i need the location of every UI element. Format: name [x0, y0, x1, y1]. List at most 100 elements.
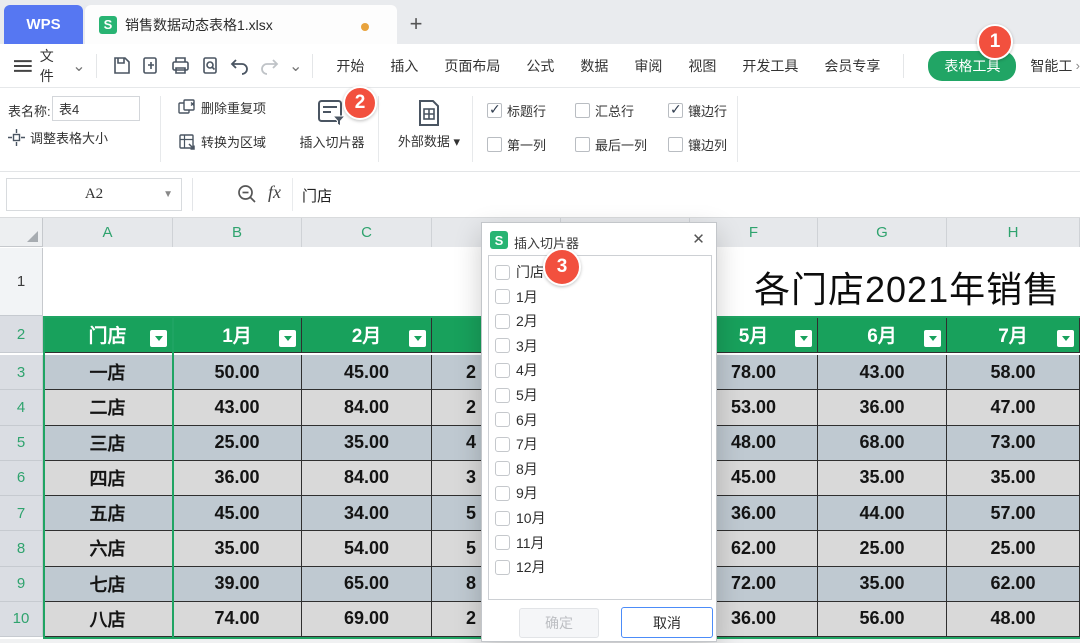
3月-checkbox[interactable]	[495, 338, 510, 353]
cell-r6-cG[interactable]: 35.00	[818, 461, 947, 496]
formula-content[interactable]: 门店	[302, 185, 332, 206]
column-header-G[interactable]: G	[818, 218, 947, 247]
name-box-caret-icon[interactable]: ▼	[163, 189, 173, 200]
slicer-field-5月[interactable]: 5月	[495, 385, 538, 405]
cell-r5-cA[interactable]: 三店	[43, 426, 173, 461]
row-header-1[interactable]: 1	[0, 248, 43, 316]
1月-checkbox[interactable]	[495, 289, 510, 304]
cell-r8-cB[interactable]: 35.00	[173, 531, 302, 566]
cell-r7-cH[interactable]: 57.00	[947, 496, 1080, 531]
cell-r9-cH[interactable]: 62.00	[947, 567, 1080, 602]
slicer-field-6月[interactable]: 6月	[495, 410, 538, 430]
menu-开发工具[interactable]: 开发工具	[742, 56, 798, 76]
5月-checkbox[interactable]	[495, 388, 510, 403]
cell-r7-cG[interactable]: 44.00	[818, 496, 947, 531]
row-header-2[interactable]: 2	[0, 316, 43, 353]
dialog-cancel-button[interactable]: 取消	[621, 607, 713, 638]
cell-r6-cC[interactable]: 84.00	[302, 461, 432, 496]
redo-button[interactable]	[256, 53, 282, 79]
11月-checkbox[interactable]	[495, 535, 510, 550]
cell-r7-cB[interactable]: 45.00	[173, 496, 302, 531]
toolbar-more-caret-icon[interactable]: ⌄	[289, 56, 302, 76]
row-header-6[interactable]: 6	[0, 461, 43, 496]
column-header-A[interactable]: A	[43, 218, 173, 247]
table-header-6月[interactable]: 6月	[818, 316, 947, 353]
cell-r3-cH[interactable]: 58.00	[947, 355, 1080, 390]
cell-r4-cA[interactable]: 二店	[43, 390, 173, 425]
cell-r8-cA[interactable]: 六店	[43, 531, 173, 566]
cell-r5-cG[interactable]: 68.00	[818, 426, 947, 461]
slicer-field-7月[interactable]: 7月	[495, 434, 538, 454]
menu-overflow-chevron-icon[interactable]: ›	[1076, 58, 1080, 73]
filter-dropdown-icon[interactable]	[150, 330, 167, 347]
tab-smart-toolbox[interactable]: 智能工	[1030, 56, 1071, 76]
slicer-field-4月[interactable]: 4月	[495, 360, 538, 380]
8月-checkbox[interactable]	[495, 461, 510, 476]
filter-dropdown-icon[interactable]	[924, 330, 941, 347]
cell-r5-cC[interactable]: 35.00	[302, 426, 432, 461]
cell-r3-cB[interactable]: 50.00	[173, 355, 302, 390]
name-box[interactable]: A2 ▼	[6, 178, 182, 211]
menu-公式[interactable]: 公式	[526, 56, 554, 76]
row-header-9[interactable]: 9	[0, 567, 43, 602]
menu-视图[interactable]: 视图	[688, 56, 716, 76]
print-button[interactable]	[168, 53, 194, 79]
门店-checkbox[interactable]	[495, 265, 510, 280]
cell-r9-cB[interactable]: 39.00	[173, 567, 302, 602]
menu-会员专享[interactable]: 会员专享	[824, 56, 880, 76]
cell-r3-cA[interactable]: 一店	[43, 355, 173, 390]
fx-icon[interactable]: fx	[268, 182, 281, 203]
7月-checkbox[interactable]	[495, 437, 510, 452]
cell-r8-cC[interactable]: 54.00	[302, 531, 432, 566]
zoom-out-formula-icon[interactable]	[236, 183, 258, 205]
4月-checkbox[interactable]	[495, 363, 510, 378]
2月-checkbox[interactable]	[495, 314, 510, 329]
dialog-ok-button[interactable]: 确定	[519, 608, 599, 638]
filter-dropdown-icon[interactable]	[1057, 330, 1074, 347]
cell-r3-cC[interactable]: 45.00	[302, 355, 432, 390]
cell-r10-cH[interactable]: 48.00	[947, 602, 1080, 637]
cell-r4-cG[interactable]: 36.00	[818, 390, 947, 425]
cell-r7-cC[interactable]: 34.00	[302, 496, 432, 531]
cell-r8-cG[interactable]: 25.00	[818, 531, 947, 566]
cell-r3-cG[interactable]: 43.00	[818, 355, 947, 390]
cell-r8-cH[interactable]: 25.00	[947, 531, 1080, 566]
cell-r5-cH[interactable]: 73.00	[947, 426, 1080, 461]
undo-button[interactable]	[227, 53, 253, 79]
document-tab[interactable]: S 销售数据动态表格1.xlsx	[85, 5, 397, 44]
cell-r10-cA[interactable]: 八店	[43, 602, 173, 637]
cell-r10-cC[interactable]: 69.00	[302, 602, 432, 637]
output-pdf-button[interactable]	[138, 53, 164, 79]
table-header-1月[interactable]: 1月	[173, 316, 302, 353]
table-header-门店[interactable]: 门店	[43, 316, 173, 353]
filter-dropdown-icon[interactable]	[279, 330, 296, 347]
row-header-4[interactable]: 4	[0, 390, 43, 425]
row-header-10[interactable]: 10	[0, 602, 43, 637]
select-all-corner[interactable]	[0, 218, 43, 247]
file-menu[interactable]: 文件	[40, 46, 68, 86]
wps-home-tab[interactable]: WPS	[4, 5, 83, 44]
cell-r6-cH[interactable]: 35.00	[947, 461, 1080, 496]
slicer-field-8月[interactable]: 8月	[495, 459, 538, 479]
file-menu-caret-icon[interactable]: ⌄	[72, 56, 85, 76]
cell-r9-cC[interactable]: 65.00	[302, 567, 432, 602]
slicer-field-3月[interactable]: 3月	[495, 336, 538, 356]
row-header-3[interactable]: 3	[0, 355, 43, 390]
9月-checkbox[interactable]	[495, 486, 510, 501]
cell-r6-cB[interactable]: 36.00	[173, 461, 302, 496]
row-header-5[interactable]: 5	[0, 426, 43, 461]
slicer-field-12月[interactable]: 12月	[495, 557, 546, 577]
filter-dropdown-icon[interactable]	[795, 330, 812, 347]
cell-r7-cA[interactable]: 五店	[43, 496, 173, 531]
row-header-8[interactable]: 8	[0, 531, 43, 566]
menu-开始[interactable]: 开始	[336, 56, 364, 76]
menu-数据[interactable]: 数据	[580, 56, 608, 76]
slicer-field-2月[interactable]: 2月	[495, 311, 538, 331]
column-header-C[interactable]: C	[302, 218, 432, 247]
cell-r4-cC[interactable]: 84.00	[302, 390, 432, 425]
menu-页面布局[interactable]: 页面布局	[444, 56, 500, 76]
cell-r10-cB[interactable]: 74.00	[173, 602, 302, 637]
print-preview-button[interactable]	[197, 53, 223, 79]
column-header-B[interactable]: B	[173, 218, 302, 247]
slicer-field-11月[interactable]: 11月	[495, 533, 545, 553]
